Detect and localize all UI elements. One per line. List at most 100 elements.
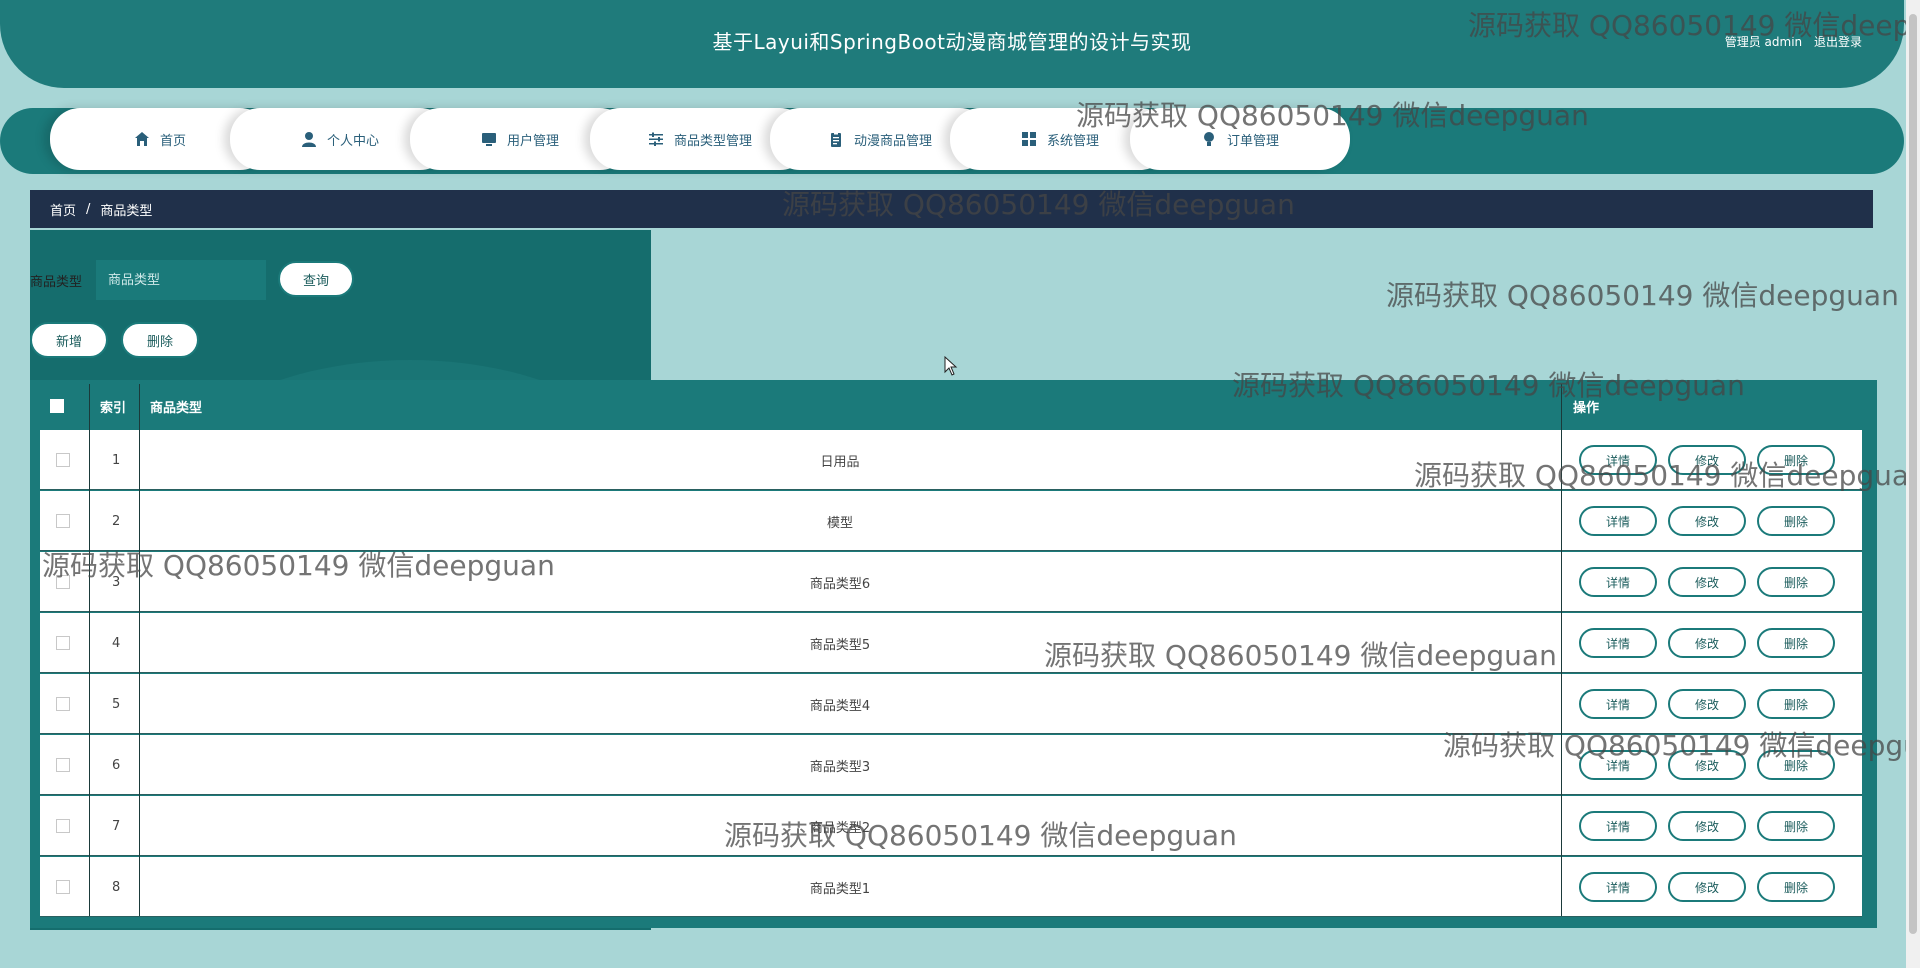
row-checkbox[interactable] <box>56 758 70 772</box>
edit-button[interactable]: 修改 <box>1668 567 1746 597</box>
breadcrumb-home[interactable]: 首页 <box>50 200 76 219</box>
select-all-checkbox[interactable] <box>50 399 64 413</box>
detail-button[interactable]: 详情 <box>1579 628 1657 658</box>
table-row: 1 日用品 详情 修改 删除 <box>40 430 1862 490</box>
monitor-icon <box>481 133 496 146</box>
row-checkbox[interactable] <box>56 697 70 711</box>
row-delete-button[interactable]: 删除 <box>1757 872 1835 902</box>
row-checkbox[interactable] <box>56 636 70 650</box>
table-row: 6 商品类型3 详情 修改 删除 <box>40 735 1862 795</box>
sliders-icon <box>648 132 663 146</box>
row-index: 7 <box>112 818 121 834</box>
row-checkbox-cell[interactable] <box>56 491 70 551</box>
header-index: 索引 <box>100 400 127 416</box>
row-delete-button[interactable]: 删除 <box>1757 811 1835 841</box>
row-index: 2 <box>112 513 121 529</box>
query-button[interactable]: 查询 <box>278 261 354 297</box>
row-checkbox-cell[interactable] <box>56 552 70 612</box>
edit-button[interactable]: 修改 <box>1668 872 1746 902</box>
column-divider <box>89 384 90 916</box>
nav-item-label: 订单管理 <box>1226 133 1279 149</box>
row-checkbox-cell[interactable] <box>56 613 70 673</box>
row-delete-button[interactable]: 删除 <box>1757 506 1835 536</box>
row-actions: 详情 修改 删除 <box>1579 674 1846 734</box>
detail-button[interactable]: 详情 <box>1579 811 1657 841</box>
scrollbar-thumb[interactable] <box>1909 14 1917 934</box>
row-delete-button[interactable]: 删除 <box>1757 445 1835 475</box>
app-header: 基于Layui和SpringBoot动漫商城管理的设计与实现 管理员 admin… <box>0 0 1904 88</box>
row-index: 3 <box>112 574 121 590</box>
edit-button[interactable]: 修改 <box>1668 628 1746 658</box>
detail-button[interactable]: 详情 <box>1579 445 1657 475</box>
row-delete-button[interactable]: 删除 <box>1757 750 1835 780</box>
table-header: 索引 商品类型 操作 <box>40 384 1862 428</box>
row-checkbox[interactable] <box>56 514 70 528</box>
row-checkbox[interactable] <box>56 575 70 589</box>
row-delete-button[interactable]: 删除 <box>1757 689 1835 719</box>
row-checkbox-cell[interactable] <box>56 796 70 856</box>
nav-item-label: 商品类型管理 <box>673 133 752 149</box>
header-type: 商品类型 <box>150 400 203 416</box>
table-row: 8 商品类型1 详情 修改 删除 <box>40 857 1862 917</box>
row-type: 日用品 <box>820 454 860 470</box>
edit-button[interactable]: 修改 <box>1668 506 1746 536</box>
logout-link[interactable]: 退出登录 <box>1814 35 1862 49</box>
detail-button[interactable]: 详情 <box>1579 689 1657 719</box>
mouse-cursor-icon <box>944 356 958 376</box>
row-actions: 详情 修改 删除 <box>1579 613 1846 673</box>
delete-button[interactable]: 删除 <box>121 322 199 358</box>
row-checkbox-cell[interactable] <box>56 674 70 734</box>
breadcrumb-current: 商品类型 <box>100 203 153 219</box>
table-row: 2 模型 详情 修改 删除 <box>40 491 1862 551</box>
row-checkbox[interactable] <box>56 453 70 467</box>
row-checkbox-cell[interactable] <box>56 430 70 490</box>
row-type: 模型 <box>826 515 853 531</box>
table-row: 4 商品类型5 详情 修改 删除 <box>40 613 1862 673</box>
nav-item-label: 用户管理 <box>506 133 559 149</box>
row-type: 商品类型5 <box>809 637 871 653</box>
edit-button[interactable]: 修改 <box>1668 689 1746 719</box>
edit-button[interactable]: 修改 <box>1668 750 1746 780</box>
nav-item-label: 首页 <box>159 133 186 149</box>
breadcrumb: 首页 / 商品类型 <box>30 190 1873 228</box>
row-checkbox[interactable] <box>56 880 70 894</box>
admin-label: 管理员 admin <box>1724 35 1803 49</box>
row-type: 商品类型2 <box>809 820 871 836</box>
table-row: 7 商品类型2 详情 修改 删除 <box>40 796 1862 856</box>
row-type: 商品类型3 <box>809 759 871 775</box>
grid-icon <box>1021 132 1036 146</box>
row-actions: 详情 修改 删除 <box>1579 735 1846 795</box>
row-actions: 详情 修改 删除 <box>1579 857 1846 917</box>
table-row: 5 商品类型4 详情 修改 删除 <box>40 674 1862 734</box>
row-type: 商品类型1 <box>809 881 871 897</box>
row-index: 6 <box>112 757 121 773</box>
user-icon <box>301 132 316 147</box>
edit-button[interactable]: 修改 <box>1668 811 1746 841</box>
nav-item-label: 系统管理 <box>1046 133 1099 149</box>
app-title: 基于Layui和SpringBoot动漫商城管理的设计与实现 <box>712 30 1192 54</box>
add-button[interactable]: 新增 <box>30 322 108 358</box>
detail-button[interactable]: 详情 <box>1579 750 1657 780</box>
column-divider <box>1561 384 1562 916</box>
row-type: 商品类型4 <box>809 698 871 714</box>
row-checkbox[interactable] <box>56 819 70 833</box>
row-checkbox-cell[interactable] <box>56 857 70 917</box>
select-all-cell[interactable] <box>50 384 64 428</box>
row-delete-button[interactable]: 删除 <box>1757 628 1835 658</box>
row-delete-button[interactable]: 删除 <box>1757 567 1835 597</box>
detail-button[interactable]: 详情 <box>1579 872 1657 902</box>
detail-button[interactable]: 详情 <box>1579 567 1657 597</box>
row-index: 8 <box>112 879 121 895</box>
edit-button[interactable]: 修改 <box>1668 445 1746 475</box>
detail-button[interactable]: 详情 <box>1579 506 1657 536</box>
nav-item-7[interactable]: 订单管理 <box>1130 108 1350 170</box>
page-scrollbar[interactable] <box>1906 0 1920 968</box>
lightbulb-icon <box>1203 132 1214 146</box>
row-index: 4 <box>112 635 121 651</box>
header-actions: 操作 <box>1573 400 1600 416</box>
nav-item-label: 动漫商品管理 <box>853 133 932 149</box>
header-user-area: 管理员 admin 退出登录 <box>1717 33 1862 50</box>
row-checkbox-cell[interactable] <box>56 735 70 795</box>
row-actions: 详情 修改 删除 <box>1579 796 1846 856</box>
search-input[interactable] <box>96 260 266 300</box>
